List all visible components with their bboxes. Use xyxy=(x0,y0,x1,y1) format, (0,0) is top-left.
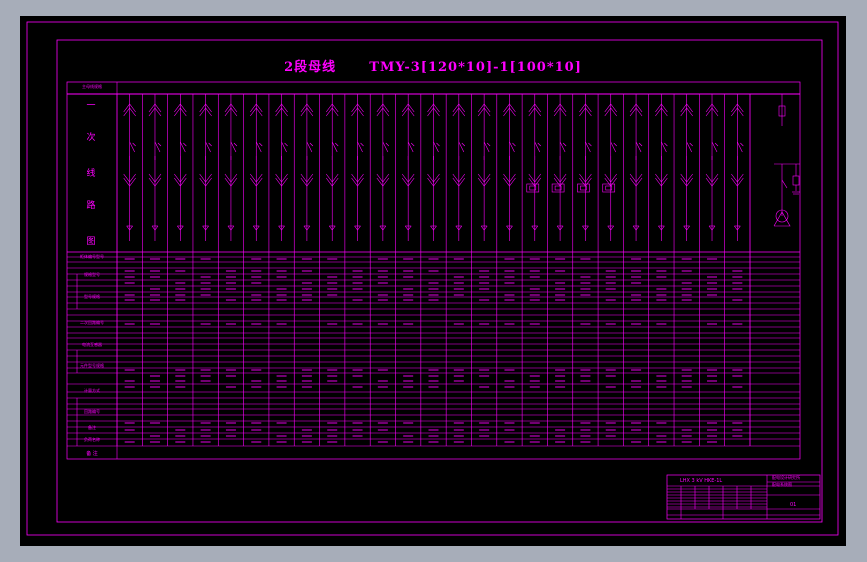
feeder-switch-mark xyxy=(461,142,466,147)
incoming-switch xyxy=(781,179,788,189)
feeder-switch xyxy=(635,141,642,153)
row-label-8: 回路编号 xyxy=(84,409,100,414)
feeder-switch xyxy=(458,141,465,153)
row-label-1: 柜体编号型号 xyxy=(80,254,104,259)
footer-label: 备 注 xyxy=(86,451,98,457)
vertical-label-3: 线 xyxy=(86,169,96,179)
vertical-label-5: 图 xyxy=(86,237,96,247)
feeder-switch xyxy=(180,141,186,153)
feeder-switch-mark xyxy=(714,142,719,147)
feeder-switch xyxy=(281,141,287,153)
drawing-sheet xyxy=(26,21,839,536)
title-block-company: 配电设计研究所 xyxy=(772,475,800,480)
feeder-switch-mark xyxy=(284,142,288,147)
incoming-ct xyxy=(792,175,800,186)
feeder-meter-box xyxy=(526,183,540,193)
vertical-label-1: 一 xyxy=(86,101,96,111)
feeder-switch-mark xyxy=(335,142,339,147)
feeder-switch-mark xyxy=(183,142,187,147)
feeder-switch-mark xyxy=(436,142,440,147)
feeder-switch xyxy=(129,141,135,153)
feeder-switch xyxy=(711,141,718,153)
feeder-meter-box xyxy=(551,183,565,193)
feeder-switch xyxy=(686,141,692,153)
feeder-switch xyxy=(382,141,389,153)
feeder-switch-mark xyxy=(664,142,668,147)
feeder-switch-mark xyxy=(638,142,643,147)
feeder-switch-mark xyxy=(259,142,263,147)
feeder-switch-mark xyxy=(309,142,314,147)
outer-frame xyxy=(26,21,839,536)
feeder-switch-mark xyxy=(385,142,390,147)
row-label-5: 电流互感器 xyxy=(82,342,102,347)
feeder-meter-box xyxy=(602,183,616,193)
feeder-switch-mark xyxy=(360,142,364,147)
row-label-10: 负荷名称 xyxy=(84,437,100,442)
feeder-switch xyxy=(357,141,363,153)
feeder-switch xyxy=(331,141,338,153)
feeder-meter-box xyxy=(577,183,590,193)
feeder-switch xyxy=(661,141,667,153)
feeder-switch xyxy=(306,141,313,153)
feeder-switch xyxy=(509,141,515,153)
title-block-code: 01 xyxy=(790,502,797,508)
row-label-4: 二次回路编号 xyxy=(80,320,104,325)
feeder-switch xyxy=(534,141,541,153)
feeder-switch xyxy=(407,141,414,153)
feeder-switch-mark xyxy=(208,142,212,147)
row-label-2: 规格型号 xyxy=(84,272,100,277)
cad-viewport[interactable]: 2段母线 TMY-3[120*10]-1[100*10] 主母线规格 一 次 线… xyxy=(20,16,846,546)
feeder-switch xyxy=(483,141,490,153)
feeder-switch-mark xyxy=(410,142,415,147)
feeder-switch-mark xyxy=(689,142,693,147)
feeder-switch-mark xyxy=(613,142,617,147)
row-label-6: 元件型号规格 xyxy=(80,363,104,368)
feeder-switch-mark xyxy=(132,142,136,147)
feeder-switch-mark xyxy=(486,142,491,147)
row-label-9: 备注 xyxy=(88,425,96,430)
feeder-switch xyxy=(737,141,743,153)
title-block-project: LHX 3 kV HKE-1L xyxy=(680,478,723,484)
drawing-title: 2段母线 TMY-3[120*10]-1[100*10] xyxy=(284,60,582,75)
feeder-switch-mark xyxy=(588,142,592,147)
section-header: 主母线规格 xyxy=(82,84,102,89)
feeder-switch-mark xyxy=(512,142,516,147)
feeder-switch xyxy=(585,141,591,153)
feeder-switch xyxy=(433,141,439,153)
feeder-switch xyxy=(230,141,237,153)
feeder-switch-mark xyxy=(233,142,238,147)
row-label-3: 型号规格 xyxy=(84,294,100,299)
vertical-label-2: 次 xyxy=(86,133,96,143)
feeder-switch-mark xyxy=(562,142,567,147)
feeder-switch xyxy=(255,141,262,153)
feeder-switch xyxy=(205,141,211,153)
feeder-switch-mark xyxy=(157,142,162,147)
feeder-switch-mark xyxy=(537,142,541,147)
inner-frame xyxy=(56,39,823,523)
feeder-switch xyxy=(154,141,161,153)
feeder-switch-mark xyxy=(740,142,744,147)
title-block-row2: 配电系统图 xyxy=(772,482,792,487)
vertical-label-4: 路 xyxy=(86,201,96,211)
row-label-7: 计量方式 xyxy=(84,388,100,393)
feeder-switch xyxy=(559,141,566,153)
feeder-switch xyxy=(610,141,617,153)
